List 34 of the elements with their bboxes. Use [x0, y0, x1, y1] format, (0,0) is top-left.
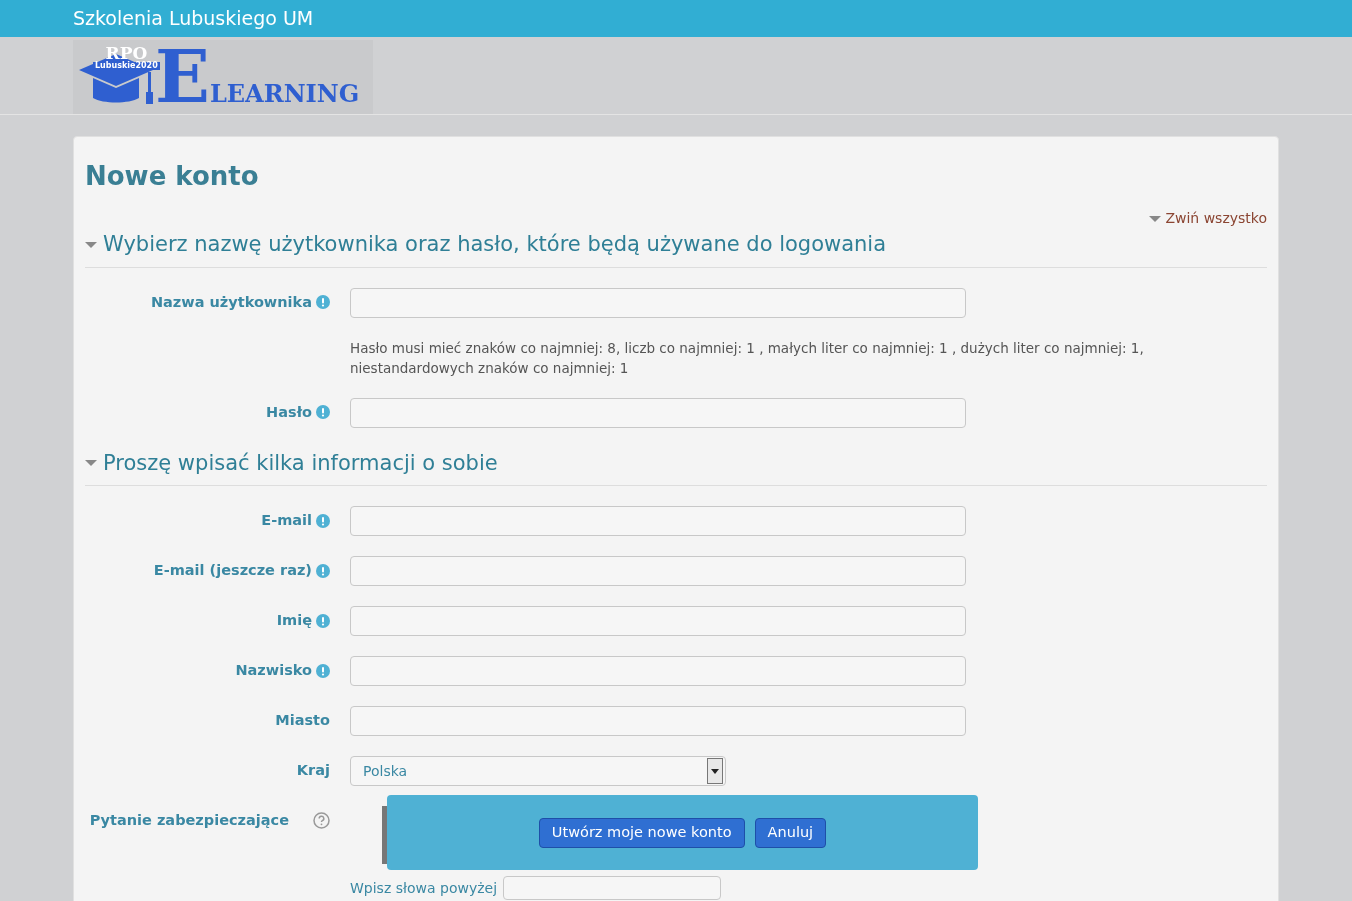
text-input[interactable] — [350, 506, 966, 536]
field-label: Nazwa użytkownika — [150, 292, 312, 312]
field-label: Nazwisko — [235, 661, 312, 680]
field-label: Hasło — [266, 402, 312, 422]
section-header[interactable]: Proszę wpisać kilka informacji o sobie — [85, 447, 1267, 486]
section-title: Proszę wpisać kilka informacji o sobie — [103, 449, 498, 477]
field-label: E-mail (jeszcze raz) — [153, 561, 312, 580]
logo-badge-text: RPO — [105, 45, 148, 62]
logo-badge-subtext: Lubuskie2020 — [93, 62, 160, 70]
captcha-input[interactable] — [503, 876, 722, 900]
site-title[interactable]: Szkolenia Lubuskiego UM — [73, 4, 314, 33]
create-account-button[interactable]: Utwórz moje nowe konto — [538, 817, 745, 848]
text-input[interactable] — [350, 556, 966, 586]
captcha-prompt: Wpisz słowa powyżej — [350, 878, 498, 898]
text-input[interactable] — [350, 656, 966, 686]
text-input[interactable] — [350, 706, 966, 736]
text-input[interactable] — [350, 397, 966, 428]
field-label: Kraj — [296, 761, 330, 780]
dropdown-caret-icon[interactable] — [707, 758, 723, 784]
field-label: Pytanie zabezpieczające — [89, 811, 289, 830]
field-label: Imię — [276, 611, 312, 630]
country-select[interactable]: Polska — [350, 756, 726, 786]
help-icon[interactable] — [313, 812, 330, 830]
logo-word: LEARNING — [209, 82, 360, 106]
cancel-button[interactable]: Anuluj — [754, 817, 827, 848]
page-title: Nowe konto — [85, 160, 260, 193]
field-label: Miasto — [275, 711, 330, 730]
section-header[interactable]: Wybierz nazwę użytkownika oraz hasło, które będą używane do logowania — [85, 229, 1267, 268]
text-input[interactable] — [350, 606, 966, 636]
section-title: Wybierz nazwę użytkownika oraz hasło, które będą używane do logowania — [103, 231, 887, 258]
password-rules-text: Hasło musi mieć znaków co najmniej: 8, liczb co najmniej: 1 , małych liter co najmniej: 1 , dużych liter co najmniej: 1, niestandardowych znaków co najmniej: 1 — [350, 338, 1145, 378]
text-input[interactable] — [350, 287, 966, 318]
field-label: E-mail — [261, 511, 312, 530]
collapse-all-link[interactable]: Zwiń wszystko — [1165, 208, 1267, 229]
